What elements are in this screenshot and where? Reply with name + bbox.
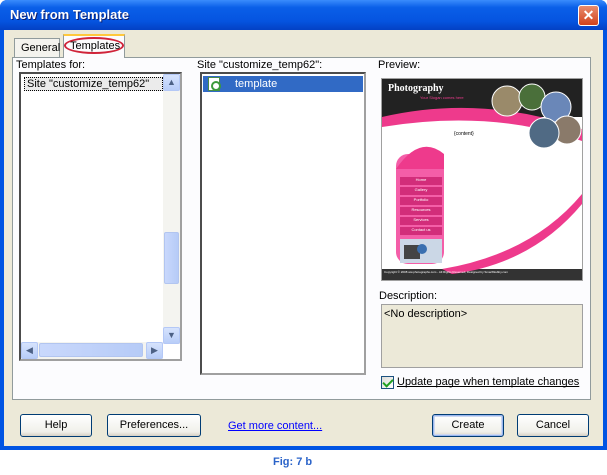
description-box: <No description>: [381, 304, 583, 368]
scroll-right-button[interactable]: ▶: [146, 342, 163, 359]
site-template-list[interactable]: template: [200, 72, 366, 375]
preview-pane: Photography Your Slogan comes here {cont…: [381, 78, 583, 281]
vertical-scrollbar[interactable]: ▲ ▼: [163, 74, 180, 344]
preview-tagline: Your Slogan comes here: [420, 95, 464, 100]
preview-menu-item: Services: [413, 217, 429, 222]
title-bar[interactable]: New from Template ✕: [0, 0, 607, 30]
templates-for-list[interactable]: Site "customize_temp62" ▲ ▼ ◀ ▶: [19, 72, 182, 361]
preview-content-placeholder: {content}: [454, 131, 474, 137]
preview-menu-item: Gallery: [414, 187, 428, 192]
scroll-thumb-horizontal[interactable]: [39, 343, 143, 357]
figure-caption: Fig: 7 b: [273, 456, 313, 468]
preview-menu-item: Resources: [411, 207, 431, 212]
horizontal-scrollbar[interactable]: ◀ ▶: [21, 342, 163, 359]
update-page-checkbox[interactable]: [381, 376, 394, 389]
template-file-icon: [208, 77, 221, 91]
preferences-button[interactable]: Preferences...: [107, 414, 201, 437]
cancel-button-label: Cancel: [535, 419, 571, 431]
create-button-label: Create: [451, 419, 485, 431]
templates-for-label: Templates for:: [16, 59, 86, 71]
preview-menu-labels: Home Gallery Portfolio Resources Service…: [400, 176, 442, 236]
update-page-checkbox-label[interactable]: Update page when template changes: [397, 376, 579, 388]
cancel-button[interactable]: Cancel: [517, 414, 589, 437]
close-icon: ✕: [582, 7, 595, 23]
help-button-label: Help: [44, 419, 68, 431]
list-item-label: template: [235, 78, 278, 90]
preferences-button-label: Preferences...: [119, 419, 189, 431]
preview-label: Preview:: [378, 59, 421, 71]
get-more-content-link[interactable]: Get more content...: [228, 420, 322, 432]
preview-menu-item: Contact us: [411, 227, 431, 232]
help-button[interactable]: Help: [20, 414, 92, 437]
description-label: Description:: [379, 290, 438, 302]
highlight-ring: [64, 37, 124, 54]
templates-panel: Templates for: Site "customize_temp62" ▲…: [12, 57, 591, 400]
list-item-label: Site "customize_temp62": [27, 78, 150, 90]
site-list-label: Site "customize_temp62":: [197, 59, 323, 71]
close-button[interactable]: ✕: [578, 5, 599, 26]
scroll-down-button[interactable]: ▼: [163, 327, 180, 344]
list-item[interactable]: template: [203, 76, 363, 92]
dialog-client: General Templates Templates for: Site "c…: [4, 30, 603, 446]
preview-menu-item: Portfolio: [413, 197, 429, 202]
preview-footer: Copyright © 2008 ww.photographs.com - Al…: [384, 270, 508, 274]
window-title: New from Template: [10, 7, 129, 22]
description-value: <No description>: [384, 308, 468, 320]
scroll-up-button[interactable]: ▲: [163, 74, 180, 91]
tab-templates[interactable]: Templates: [63, 34, 125, 58]
list-item[interactable]: Site "customize_temp62": [24, 77, 163, 91]
dialog-window: New from Template ✕ General Templates Te…: [0, 0, 607, 450]
preview-site-title: Photography: [388, 83, 444, 94]
scroll-thumb[interactable]: [164, 232, 179, 284]
tab-general-label: General: [21, 42, 61, 54]
tab-general[interactable]: General: [14, 38, 60, 58]
preview-menu-item: Home: [415, 177, 427, 182]
create-button[interactable]: Create: [432, 414, 504, 437]
scroll-left-button[interactable]: ◀: [21, 342, 38, 359]
